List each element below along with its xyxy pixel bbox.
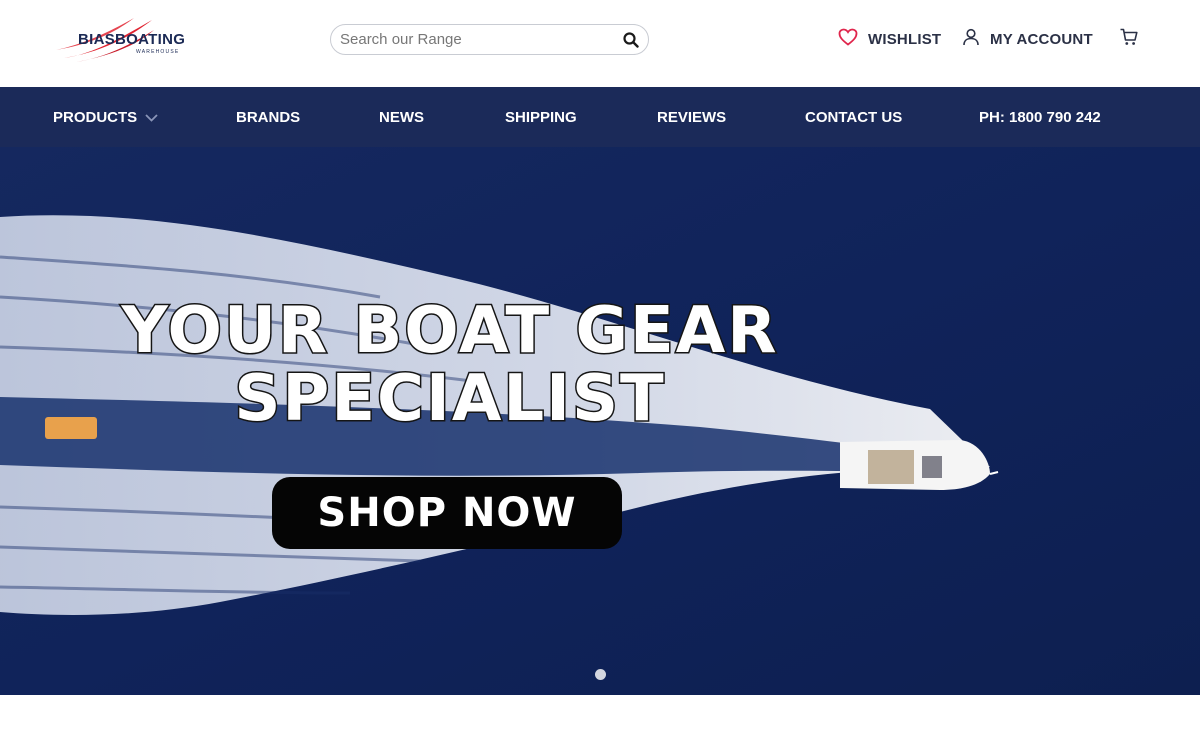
search-bar bbox=[330, 24, 649, 55]
user-icon bbox=[962, 28, 980, 51]
site-header: BIASBOATING WAREHOUSE WISHLIST MY ACCOUN… bbox=[0, 0, 1200, 87]
nav-label: CONTACT US bbox=[805, 108, 903, 126]
hero-banner[interactable]: YOUR BOAT GEAR SPECIALIST SHOP NOW bbox=[0, 147, 1200, 695]
nav-item-contact-us[interactable]: CONTACT US bbox=[805, 87, 902, 147]
logo-text: BIASBOATING bbox=[78, 31, 186, 48]
shop-now-button[interactable]: SHOP NOW bbox=[272, 477, 622, 549]
hero-title-line2: SPECIALIST bbox=[233, 362, 666, 436]
nav-item-news[interactable]: NEWS bbox=[379, 87, 424, 147]
slider-accent-tab bbox=[45, 417, 97, 439]
hero-title-line1: YOUR BOAT GEAR bbox=[120, 294, 779, 368]
nav-item-reviews[interactable]: REVIEWS bbox=[657, 87, 726, 147]
nav-item-brands[interactable]: BRANDS bbox=[236, 87, 300, 147]
nav-label: PH: 1800 790 242 bbox=[979, 108, 1101, 126]
nav-label: BRANDS bbox=[236, 108, 301, 126]
nav-item-phone[interactable]: PH: 1800 790 242 bbox=[979, 87, 1101, 147]
wishlist-link[interactable]: WISHLIST bbox=[838, 28, 941, 50]
cart-icon[interactable] bbox=[1119, 27, 1139, 47]
slider-dot[interactable] bbox=[595, 669, 606, 680]
logo-subtext: WAREHOUSE bbox=[136, 49, 180, 55]
nav-label: NEWS bbox=[379, 108, 424, 126]
hero-title: YOUR BOAT GEAR SPECIALIST bbox=[0, 294, 900, 436]
search-icon[interactable] bbox=[622, 31, 640, 49]
search-input[interactable] bbox=[340, 25, 610, 54]
nav-label: REVIEWS bbox=[657, 108, 727, 126]
site-logo[interactable]: BIASBOATING WAREHOUSE bbox=[54, 14, 204, 64]
wishlist-label: WISHLIST bbox=[868, 30, 942, 48]
heart-icon bbox=[838, 28, 858, 51]
nav-item-products[interactable]: PRODUCTS bbox=[53, 87, 158, 147]
nav-label: PRODUCTS bbox=[53, 108, 138, 126]
nav-item-shipping[interactable]: SHIPPING bbox=[505, 87, 577, 147]
my-account-label: MY ACCOUNT bbox=[990, 30, 1093, 48]
nav-label: SHIPPING bbox=[505, 108, 577, 126]
main-nav: PRODUCTS BRANDS NEWS SHIPPING REVIEWS CO… bbox=[0, 87, 1200, 147]
chevron-down-icon bbox=[145, 109, 158, 126]
my-account-link[interactable]: MY ACCOUNT bbox=[962, 28, 1093, 50]
